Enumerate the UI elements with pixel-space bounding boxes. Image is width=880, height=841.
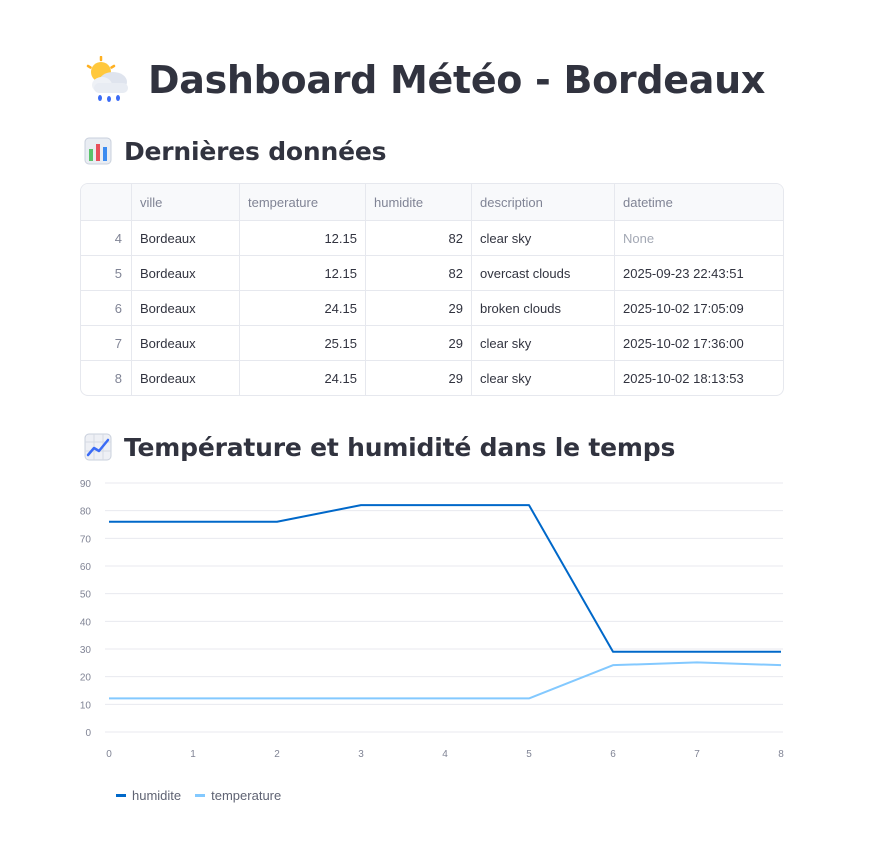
chart-legend: humidite temperature [116, 788, 295, 803]
cell-description[interactable]: overcast clouds [471, 256, 614, 290]
row-index: 4 [114, 230, 122, 246]
cell-datetime[interactable]: 2025-10-02 18:13:53 [614, 361, 783, 395]
legend-label: humidite [132, 788, 182, 803]
section-heading-latest: Dernières données [84, 134, 386, 168]
y-tick-label: 0 [85, 728, 91, 739]
y-tick-label: 90 [80, 479, 92, 490]
table-row: 4 Bordeaux 12.15 82 clear sky None [81, 220, 783, 255]
bar-chart-icon [84, 137, 112, 165]
cell-temperature[interactable]: 12.15 [239, 221, 365, 255]
row-index: 6 [114, 300, 122, 316]
series-line-humidite [109, 504, 781, 653]
cell-humidite[interactable]: 82 [365, 256, 471, 290]
column-header-datetime[interactable]: datetime [614, 184, 783, 220]
cell-temperature[interactable]: 25.15 [239, 326, 365, 360]
table-row: 8 Bordeaux 24.15 29 clear sky 2025-10-02… [81, 360, 783, 395]
row-index: 7 [114, 335, 122, 351]
page-title-text: Dashboard Météo - Bordeaux [148, 58, 766, 102]
legend-swatch-humidite [116, 794, 126, 797]
cell-datetime[interactable]: 2025-10-02 17:05:09 [614, 291, 783, 325]
x-tick-label: 8 [778, 749, 784, 760]
y-tick-label: 20 [80, 673, 92, 684]
x-tick-label: 4 [442, 749, 448, 760]
x-tick-label: 0 [106, 749, 112, 760]
cell-temperature[interactable]: 24.15 [239, 291, 365, 325]
cell-humidite[interactable]: 82 [365, 221, 471, 255]
x-tick-label: 6 [610, 749, 616, 760]
cell-datetime[interactable]: 2025-09-23 22:43:51 [614, 256, 783, 290]
series-line-temperature [109, 661, 782, 700]
cell-temperature[interactable]: 24.15 [239, 361, 365, 395]
cell-description[interactable]: clear sky [471, 326, 614, 360]
legend-item-humidite[interactable]: humidite [116, 788, 181, 803]
column-header-temperature[interactable]: temperature [239, 184, 365, 220]
y-tick-label: 70 [80, 534, 92, 545]
table-row: 7 Bordeaux 25.15 29 clear sky 2025-10-02… [81, 325, 783, 360]
y-tick-label: 10 [80, 700, 92, 711]
cell-ville[interactable]: Bordeaux [131, 291, 239, 325]
cell-temperature[interactable]: 12.15 [239, 256, 365, 290]
table-header-row: ville temperature humidite description d… [81, 184, 783, 220]
column-header-index[interactable] [81, 184, 131, 220]
cell-ville[interactable]: Bordeaux [131, 256, 239, 290]
cell-ville[interactable]: Bordeaux [131, 326, 239, 360]
cell-ville[interactable]: Bordeaux [131, 221, 239, 255]
row-index: 8 [114, 370, 122, 386]
x-tick-label: 1 [190, 749, 196, 760]
line-chart[interactable]: 0 10 20 30 40 50 60 70 80 90 0 1 2 3 4 5 6 7 8 [0, 470, 880, 780]
x-tick-label: 3 [358, 749, 364, 760]
y-tick-label: 30 [80, 645, 92, 656]
section-heading-timeseries: Température et humidité dans le temps [84, 430, 675, 464]
cell-description[interactable]: broken clouds [471, 291, 614, 325]
x-tick-label: 2 [274, 749, 280, 760]
y-tick-label: 40 [80, 617, 92, 628]
data-table[interactable]: ville temperature humidite description d… [80, 183, 784, 396]
cell-humidite[interactable]: 29 [365, 291, 471, 325]
column-header-ville[interactable]: ville [131, 184, 239, 220]
sun-behind-rain-cloud-icon [86, 56, 128, 102]
row-index: 5 [114, 265, 122, 281]
section-heading-text: Dernières données [124, 136, 387, 166]
cell-humidite[interactable]: 29 [365, 361, 471, 395]
chart-increasing-icon [84, 433, 112, 461]
section-heading-text: Température et humidité dans le temps [124, 432, 676, 462]
x-tick-label: 7 [694, 749, 700, 760]
cell-datetime[interactable]: 2025-10-02 17:36:00 [614, 326, 783, 360]
legend-swatch-temperature [195, 794, 206, 797]
cell-datetime[interactable]: None [614, 221, 783, 255]
cell-ville[interactable]: Bordeaux [131, 361, 239, 395]
cell-humidite[interactable]: 29 [365, 326, 471, 360]
page-title: Dashboard Météo - Bordeaux [84, 52, 765, 108]
cell-description[interactable]: clear sky [471, 361, 614, 395]
y-tick-label: 50 [80, 590, 92, 601]
y-tick-label: 80 [80, 507, 92, 518]
legend-label: temperature [211, 788, 282, 803]
y-tick-label: 60 [80, 562, 92, 573]
legend-item-temperature[interactable]: temperature [195, 788, 281, 803]
column-header-description[interactable]: description [471, 184, 614, 220]
table-row: 6 Bordeaux 24.15 29 broken clouds 2025-1… [81, 290, 783, 325]
column-header-humidite[interactable]: humidite [365, 184, 471, 220]
table-row: 5 Bordeaux 12.15 82 overcast clouds 2025… [81, 255, 783, 290]
x-tick-label: 5 [526, 749, 532, 760]
cell-description[interactable]: clear sky [471, 221, 614, 255]
